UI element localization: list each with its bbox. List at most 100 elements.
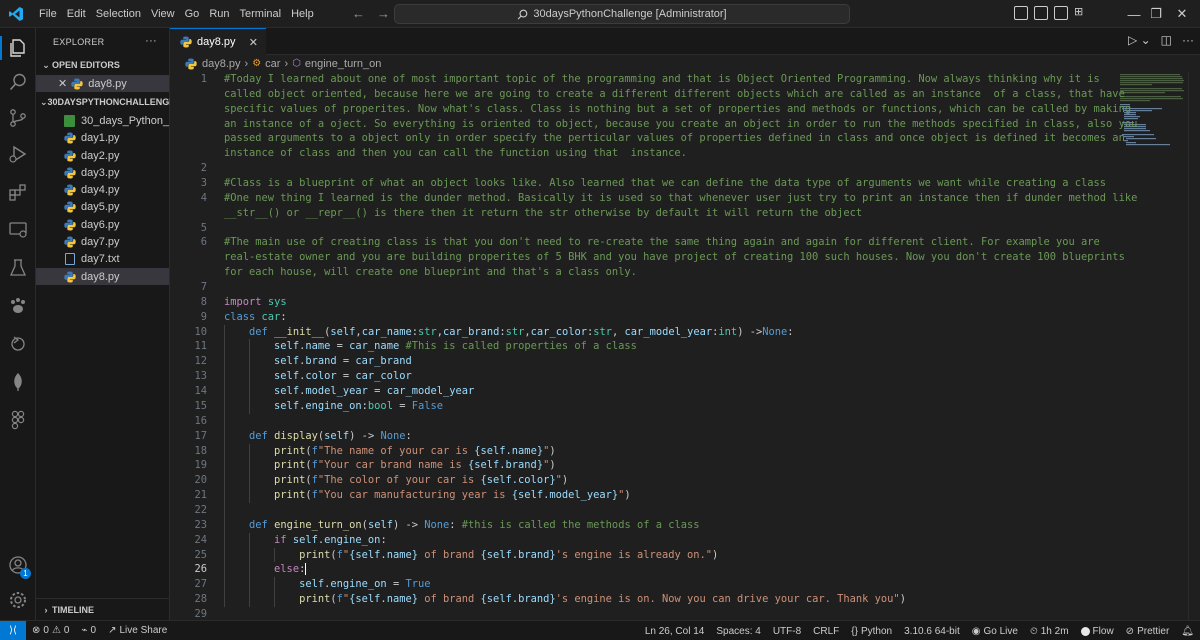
breadcrumb-file[interactable]: day8.py: [202, 58, 241, 70]
source-control-icon[interactable]: [8, 108, 28, 128]
file-item[interactable]: day8.py: [36, 267, 169, 286]
file-item[interactable]: 30_days_Python_...: [36, 112, 169, 129]
encoding[interactable]: UTF-8: [767, 626, 807, 637]
line-endings[interactable]: CRLF: [807, 626, 845, 637]
menu-item-terminal[interactable]: Terminal: [235, 0, 287, 28]
run-debug-icon[interactable]: [8, 144, 28, 164]
git-pull-request-icon[interactable]: [8, 334, 28, 354]
toggle-panel-icon[interactable]: [1034, 6, 1048, 20]
customize-layout-icon[interactable]: ⊞: [1074, 6, 1088, 20]
code-line[interactable]: 11 self.name = car_name #This is called …: [170, 339, 1120, 354]
toggle-secondary-sidebar-icon[interactable]: [1054, 6, 1068, 20]
close-icon[interactable]: ✕: [58, 77, 67, 90]
menu-item-selection[interactable]: Selection: [91, 0, 146, 28]
file-item[interactable]: day4.py: [36, 181, 169, 198]
problems-indicator[interactable]: ⊗ 0 ⚠ 0: [26, 625, 75, 636]
file-item[interactable]: day7.py: [36, 233, 169, 250]
remote-explorer-icon[interactable]: [8, 220, 28, 240]
run-file-icon[interactable]: ▷ ⌄: [1128, 33, 1151, 47]
code-line[interactable]: 1 #Today I learned about one of most impo…: [170, 72, 1120, 87]
file-item[interactable]: day3.py: [36, 164, 169, 181]
testing-icon[interactable]: [8, 258, 28, 278]
file-item[interactable]: day1.py: [36, 130, 169, 147]
code-line[interactable]: 29: [170, 607, 1120, 620]
code-line[interactable]: 4 #One new thing I learned is the dunder …: [170, 191, 1138, 206]
breadcrumb-class[interactable]: car: [265, 58, 280, 70]
tab-day8[interactable]: day8.py ✕: [170, 28, 266, 55]
code-line[interactable]: 16: [170, 414, 1120, 429]
timeline-section[interactable]: › TIMELINE: [36, 598, 170, 620]
file-item[interactable]: day7.txt: [36, 251, 169, 268]
menu-item-edit[interactable]: Edit: [62, 0, 91, 28]
code-line[interactable]: 27 self.engine_on = True: [170, 577, 1120, 592]
time-tracker[interactable]: ⏲ 1h 2m: [1024, 626, 1075, 637]
code-line[interactable]: 12 self.brand = car_brand: [170, 354, 1120, 369]
go-live-button[interactable]: ◉ Go Live: [966, 626, 1024, 637]
code-line[interactable]: 9 class car:: [170, 310, 1120, 325]
code-editor[interactable]: 1 #Today I learned about one of most impo…: [170, 72, 1200, 620]
open-editors-section[interactable]: ⌄ OPEN EDITORS: [36, 55, 169, 75]
close-window-button[interactable]: ✕: [1160, 0, 1200, 28]
mongodb-leaf-icon[interactable]: [8, 372, 28, 392]
code-line[interactable]: an instance of a oject. So everything is…: [170, 117, 1137, 132]
code-line[interactable]: real-estate owner and you are building p…: [170, 250, 1125, 265]
code-line[interactable]: called object oriented, because here we …: [170, 87, 1125, 102]
vertical-scrollbar[interactable]: [1188, 72, 1200, 620]
breadcrumb-method[interactable]: engine_turn_on: [305, 58, 381, 70]
menu-item-go[interactable]: Go: [180, 0, 205, 28]
menu-item-view[interactable]: View: [146, 0, 180, 28]
code-line[interactable]: 6 #The main use of creating class is that…: [170, 235, 1120, 250]
prettier-button[interactable]: ⊘ Prettier: [1120, 626, 1176, 637]
code-line[interactable]: 25 print(f"{self.name} of brand {self.br…: [170, 548, 1120, 563]
code-line[interactable]: 21 print(f"You car manufacturing year is…: [170, 488, 1120, 503]
live-share-button[interactable]: ↗ Live Share: [102, 625, 173, 636]
file-item[interactable]: day5.py: [36, 199, 169, 216]
code-line[interactable]: 7: [170, 280, 1120, 295]
figma-icon[interactable]: [8, 410, 28, 430]
split-editor-icon[interactable]: ◫: [1161, 33, 1172, 47]
toggle-sidebar-icon[interactable]: [1014, 6, 1028, 20]
back-arrow-icon[interactable]: ←: [352, 6, 365, 21]
code-line[interactable]: 10 def __init__(self,car_name:str,car_br…: [170, 325, 1120, 340]
menu-item-help[interactable]: Help: [286, 0, 319, 28]
code-line[interactable]: passed arguments to a object only in ord…: [170, 131, 1125, 146]
minimap[interactable]: [1118, 72, 1188, 192]
code-line[interactable]: 28 print(f"{self.name} of brand {self.br…: [170, 592, 1120, 607]
code-line[interactable]: 22: [170, 503, 1120, 518]
python-interpreter[interactable]: 3.10.6 64-bit: [898, 626, 966, 637]
flow-button[interactable]: Flow: [1075, 626, 1120, 637]
paw-extension-icon[interactable]: [8, 296, 28, 316]
code-line[interactable]: specific values of properites. Now what'…: [170, 102, 1131, 117]
forward-arrow-icon[interactable]: →: [377, 6, 390, 21]
code-line[interactable]: 19 print(f"Your car brand name is {self.…: [170, 458, 1120, 473]
language-mode[interactable]: {} Python: [845, 626, 898, 637]
remote-indicator-icon[interactable]: ⟩⟨: [0, 620, 26, 640]
cursor-position[interactable]: Ln 26, Col 14: [639, 626, 711, 637]
more-actions-icon[interactable]: ···: [145, 35, 157, 47]
more-actions-icon[interactable]: ···: [1182, 33, 1194, 47]
search-icon[interactable]: [8, 72, 28, 92]
code-line[interactable]: 14 self.model_year = car_model_year: [170, 384, 1120, 399]
code-line[interactable]: 18 print(f"The name of your car is {self…: [170, 444, 1120, 459]
code-line[interactable]: 8 import sys: [170, 295, 1120, 310]
code-line[interactable]: instance of class and then you can call …: [170, 146, 1120, 161]
code-line[interactable]: 24 if self.engine_on:: [170, 533, 1120, 548]
workspace-folder-section[interactable]: ⌄ 30DAYSPYTHONCHALLENGE: [36, 92, 175, 112]
command-center-search[interactable]: 30daysPythonChallenge [Administrator]: [394, 4, 850, 24]
code-line[interactable]: 5: [170, 221, 1120, 236]
code-line[interactable]: 20 print(f"The color of your car is {sel…: [170, 473, 1120, 488]
code-line[interactable]: 23 def engine_turn_on(self) -> None: #th…: [170, 518, 1120, 533]
code-line[interactable]: 15 self.engine_on:bool = False: [170, 399, 1120, 414]
code-line[interactable]: 26 else:: [170, 562, 1120, 577]
code-line[interactable]: __str__() or __repr__() is there then it…: [170, 206, 1120, 221]
menu-item-file[interactable]: File: [34, 0, 62, 28]
file-item[interactable]: day2.py: [36, 147, 169, 164]
code-line[interactable]: 2: [170, 161, 1120, 176]
ports-indicator[interactable]: ⌁ 0: [75, 625, 102, 636]
code-line[interactable]: 13 self.color = car_color: [170, 369, 1120, 384]
manage-gear-icon[interactable]: [8, 590, 28, 610]
close-tab-icon[interactable]: ✕: [249, 36, 258, 49]
open-editor-item[interactable]: ✕ day8.py: [36, 75, 169, 93]
code-line[interactable]: for each house, will create one blueprin…: [170, 265, 1120, 280]
menu-item-run[interactable]: Run: [204, 0, 234, 28]
